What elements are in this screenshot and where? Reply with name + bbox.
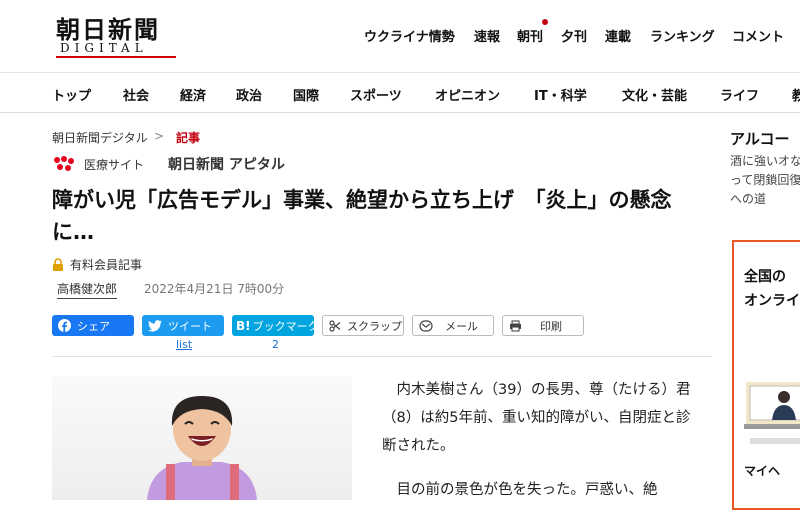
nav-life[interactable]: ライフ — [720, 85, 759, 104]
nav-top-border — [0, 72, 800, 73]
hatena-count[interactable]: 2 — [272, 338, 279, 351]
apital-dots-icon — [54, 156, 74, 171]
article-paragraph: 内木美樹さん（39）の長男、尊（たける）君（8）は約5年前、重い知的障がい、自閉… — [382, 382, 691, 454]
mail-button[interactable]: メール — [412, 315, 494, 336]
nav-opinion[interactable]: オピニオン — [435, 85, 500, 104]
breadcrumb-current: 記事 — [176, 131, 201, 145]
twitter-count[interactable]: list — [176, 338, 192, 351]
print-button[interactable]: 印刷 — [502, 315, 584, 336]
publish-date: 2022年4月21日 7時00分 — [144, 282, 285, 296]
header-link-breaking[interactable]: 速報 — [474, 26, 500, 45]
nav-sports[interactable]: スポーツ — [350, 85, 402, 104]
twitter-icon — [148, 319, 162, 332]
mail-label: メール — [445, 319, 478, 333]
facebook-share-button[interactable]: シェア — [52, 315, 134, 336]
nav-society[interactable]: 社会 — [123, 85, 149, 104]
facebook-icon — [58, 319, 71, 332]
hatena-icon: B! — [236, 318, 251, 333]
scrap-label: スクラップ — [347, 319, 402, 333]
apital-brand[interactable]: 朝日新聞 アピタル — [168, 154, 285, 174]
scissors-icon — [329, 319, 341, 332]
header-link-series[interactable]: 連載 — [605, 26, 631, 45]
header-link-ranking[interactable]: ランキング — [650, 26, 715, 45]
nav-culture[interactable]: 文化・芸能 — [622, 85, 687, 104]
sidebar-title[interactable]: アルコー — [730, 128, 790, 149]
header-link-evening[interactable]: 夕刊 — [561, 26, 587, 45]
new-indicator-dot — [542, 19, 548, 25]
author-link[interactable]: 高橋健次郎 — [57, 280, 118, 299]
article-photo — [52, 376, 352, 500]
hatena-bookmark-button[interactable]: B! ブックマーク — [232, 315, 319, 336]
paid-member-label: 有料会員記事 — [70, 258, 143, 272]
article-body: 内木美樹さん（39）の長男、尊（たける）君（8）は約5年前、重い知的障がい、自閉… — [382, 376, 692, 520]
breadcrumb-home[interactable]: 朝日新聞デジタル — [52, 129, 148, 146]
nav-it-science[interactable]: IT・科学 — [534, 85, 587, 104]
ad-headline-3: マイヘ — [744, 464, 781, 478]
sidebar-text: 酒に強いオなって閉鎖回復への道 — [730, 154, 800, 206]
scrap-button[interactable]: スクラップ — [322, 315, 404, 336]
hatena-bookmark-label: ブックマーク — [252, 319, 319, 333]
ad-image — [744, 382, 800, 444]
mail-icon — [419, 319, 433, 332]
header-link-ukraine[interactable]: ウクライナ情勢 — [364, 26, 455, 45]
lock-icon — [53, 258, 63, 271]
header-link-comment[interactable]: コメント — [732, 26, 784, 45]
print-label: 印刷 — [540, 319, 562, 333]
nav-top[interactable]: トップ — [52, 85, 91, 104]
nav-international[interactable]: 国際 — [293, 85, 319, 104]
logo-subtitle: DIGITAL — [60, 41, 148, 55]
header-link-morning[interactable]: 朝刊 — [517, 26, 543, 45]
article-headline: 障がい児「広告モデル」事業、絶望から立ち上げ 「炎上」の懸念に… — [52, 188, 672, 244]
nav-education[interactable]: 教 — [792, 85, 800, 104]
twitter-share-button[interactable]: ツイート — [142, 315, 224, 336]
twitter-share-label: ツイート — [168, 319, 212, 333]
logo-underline — [56, 56, 176, 58]
facebook-share-label: シェア — [77, 319, 110, 333]
nav-bottom-border — [0, 112, 800, 113]
breadcrumb-separator: > — [154, 129, 165, 143]
nav-politics[interactable]: 政治 — [236, 85, 262, 104]
apital-label: 医療サイト — [84, 158, 145, 172]
section-divider — [52, 356, 712, 357]
ad-headline-1: 全国の — [744, 269, 786, 285]
nav-economy[interactable]: 経済 — [180, 85, 206, 104]
logo[interactable]: 朝日新聞 — [56, 10, 160, 45]
printer-icon — [509, 319, 522, 332]
ad-headline-2: オンライ — [744, 293, 800, 309]
